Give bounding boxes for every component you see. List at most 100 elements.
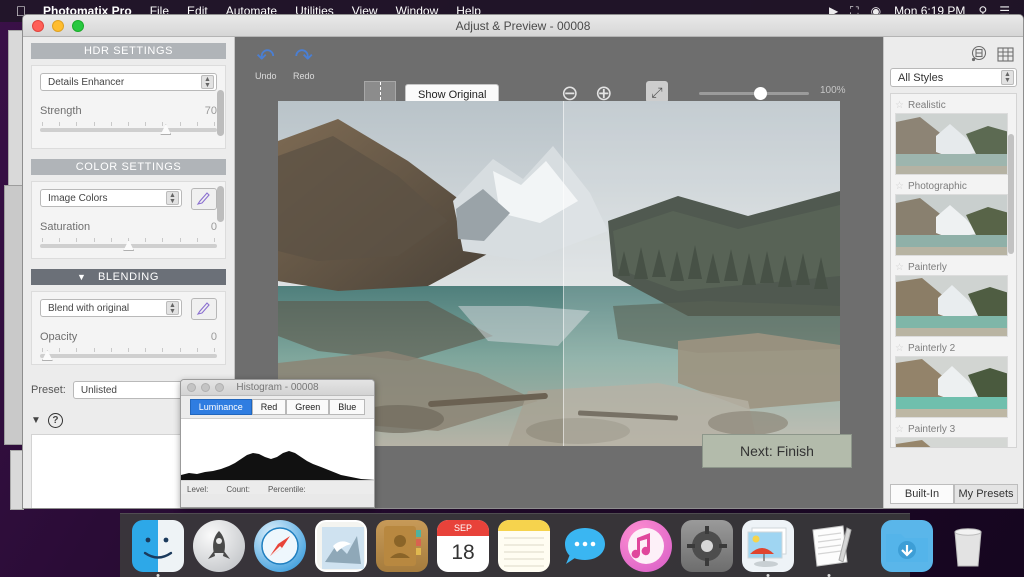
screen:  Photomatix Pro File Edit Automate Util… <box>0 0 1024 577</box>
redo-label: Redo <box>293 71 315 81</box>
preset-label: Painterly 3 <box>908 424 955 435</box>
preset-thumbnail[interactable] <box>895 275 1008 337</box>
strength-slider[interactable] <box>40 128 217 132</box>
presets-toolbar <box>890 43 1017 68</box>
histogram-title: Histogram - 00008 <box>181 382 374 393</box>
tab-my-presets[interactable]: My Presets <box>954 484 1018 504</box>
list-item[interactable]: ☆ Painterly 2 <box>895 340 1012 418</box>
strength-ticks <box>40 122 217 126</box>
undo-button[interactable]: ↶ Undo <box>255 45 277 81</box>
saturation-slider-row: Saturation 0 <box>40 221 217 248</box>
dock-item-photomatix-pro[interactable] <box>742 520 794 572</box>
help-icon[interactable]: ? <box>48 413 63 428</box>
strength-label: Strength <box>40 105 82 117</box>
hdr-settings-body: Details Enhancer ▲▼ Strength 70 <box>31 65 226 149</box>
histogram-count-label: Count: <box>226 485 250 494</box>
chevron-down-icon: ▼ <box>77 269 87 285</box>
dock-item-trash[interactable] <box>942 520 994 572</box>
opacity-label: Opacity <box>40 331 77 343</box>
star-outline-icon[interactable]: ☆ <box>895 343 904 354</box>
preset-thumbnail[interactable] <box>895 356 1008 418</box>
contacts-book-icon <box>376 520 428 572</box>
dock-item-calendar[interactable]: SEP 18 <box>437 520 489 572</box>
redo-arrow-icon: ↷ <box>295 44 313 69</box>
color-brush-button[interactable] <box>191 188 217 210</box>
blending-header[interactable]: ▼ BLENDING <box>31 269 226 285</box>
preset-name-row: ☆ Realistic <box>895 97 1012 113</box>
color-panel-scrollbar[interactable] <box>217 186 224 222</box>
dock-item-system-preferences[interactable] <box>681 520 733 572</box>
star-outline-icon[interactable]: ☆ <box>895 181 904 192</box>
tab-green[interactable]: Green <box>286 399 329 415</box>
background-window-2[interactable] <box>4 185 24 445</box>
mail-stamp-icon <box>317 522 369 574</box>
color-mode-dropdown[interactable]: Image Colors ▲▼ <box>40 189 182 207</box>
strength-label-row: Strength 70 <box>40 105 217 117</box>
notes-header <box>498 520 550 531</box>
tab-luminance[interactable]: Luminance <box>190 399 252 415</box>
dock-item-messages[interactable] <box>559 520 611 572</box>
dock-item-finder[interactable] <box>132 520 184 572</box>
chevron-updown-icon: ▲▼ <box>166 191 179 205</box>
list-view-icon[interactable] <box>996 45 1015 64</box>
hdr-settings-header[interactable]: HDR SETTINGS <box>31 43 226 59</box>
histogram-titlebar[interactable]: Histogram - 00008 <box>181 380 374 396</box>
blend-brush-button[interactable] <box>191 298 217 320</box>
list-item[interactable]: ☆ Realistic <box>895 97 1012 175</box>
dock-item-textedit[interactable] <box>803 520 855 572</box>
histogram-footer: Level: Count: Percentile: <box>181 480 374 494</box>
preview-toolbar: ↶ Undo ↷ Redo Show Original ⊖ ⊕ ⤢ Fit <box>235 37 883 93</box>
blend-mode-dropdown[interactable]: Blend with original ▲▼ <box>40 299 182 317</box>
dock-item-launchpad[interactable] <box>193 520 245 572</box>
zoom-slider[interactable] <box>699 92 809 95</box>
color-settings-header[interactable]: COLOR SETTINGS <box>31 159 226 175</box>
dock-item-downloads-folder[interactable] <box>881 520 933 572</box>
style-filter-dropdown[interactable]: All Styles ▲▼ <box>890 68 1017 87</box>
chevron-down-icon[interactable]: ▼ <box>31 415 41 426</box>
presets-list[interactable]: ☆ Realistic <box>890 93 1017 448</box>
presets-tabs: Built-In My Presets <box>890 484 1018 504</box>
zoom-slider-thumb[interactable] <box>754 87 767 100</box>
list-item[interactable]: ☆ Painterly 3 <box>895 421 1012 448</box>
preset-thumbnail[interactable] <box>895 113 1008 175</box>
dock-item-mail[interactable] <box>315 520 367 572</box>
brush-icon <box>196 302 212 316</box>
preset-label: Preset: <box>31 384 66 396</box>
star-outline-icon[interactable]: ☆ <box>895 100 904 111</box>
opacity-slider[interactable] <box>40 354 217 358</box>
running-indicator <box>828 574 831 577</box>
dock: SEP 18 <box>120 513 910 577</box>
next-finish-button[interactable]: Next: Finish <box>702 434 852 468</box>
tab-built-in[interactable]: Built-In <box>890 484 954 504</box>
dock-item-contacts[interactable] <box>376 520 428 572</box>
dock-item-notes[interactable] <box>498 520 550 572</box>
star-outline-icon[interactable]: ☆ <box>895 424 904 435</box>
photomatix-icon <box>742 520 794 572</box>
finder-icon <box>132 520 184 572</box>
redo-button[interactable]: ↷ Redo <box>293 45 315 81</box>
dock-item-itunes[interactable] <box>620 520 672 572</box>
list-item[interactable]: ☆ Photographic <box>895 178 1012 256</box>
blend-mode-value: Blend with original <box>48 303 129 314</box>
tab-blue[interactable]: Blue <box>329 399 365 415</box>
dock-item-safari[interactable] <box>254 520 306 572</box>
saturation-slider[interactable] <box>40 244 217 248</box>
preset-label: Realistic <box>908 100 946 111</box>
hdr-method-value: Details Enhancer <box>48 77 124 88</box>
preset-thumbnail[interactable] <box>895 437 1008 448</box>
preset-label: Photographic <box>908 181 967 192</box>
window-titlebar[interactable]: Adjust & Preview - 00008 <box>23 15 1023 37</box>
brush-icon <box>196 192 212 206</box>
hdr-panel-scrollbar[interactable] <box>217 90 224 136</box>
tab-red[interactable]: Red <box>252 399 287 415</box>
presets-scrollbar[interactable] <box>1008 134 1014 254</box>
histogram-plot[interactable] <box>181 418 374 480</box>
star-outline-icon[interactable]: ☆ <box>895 262 904 273</box>
save-preset-icon[interactable] <box>969 45 988 64</box>
preset-value: Unlisted <box>81 385 117 396</box>
window-body: HDR SETTINGS Details Enhancer ▲▼ Strengt… <box>23 37 1023 509</box>
list-item[interactable]: ☆ Painterly <box>895 259 1012 337</box>
preset-thumbnail[interactable] <box>895 194 1008 256</box>
hdr-method-dropdown[interactable]: Details Enhancer ▲▼ <box>40 73 217 91</box>
histogram-percentile-label: Percentile: <box>268 485 306 494</box>
